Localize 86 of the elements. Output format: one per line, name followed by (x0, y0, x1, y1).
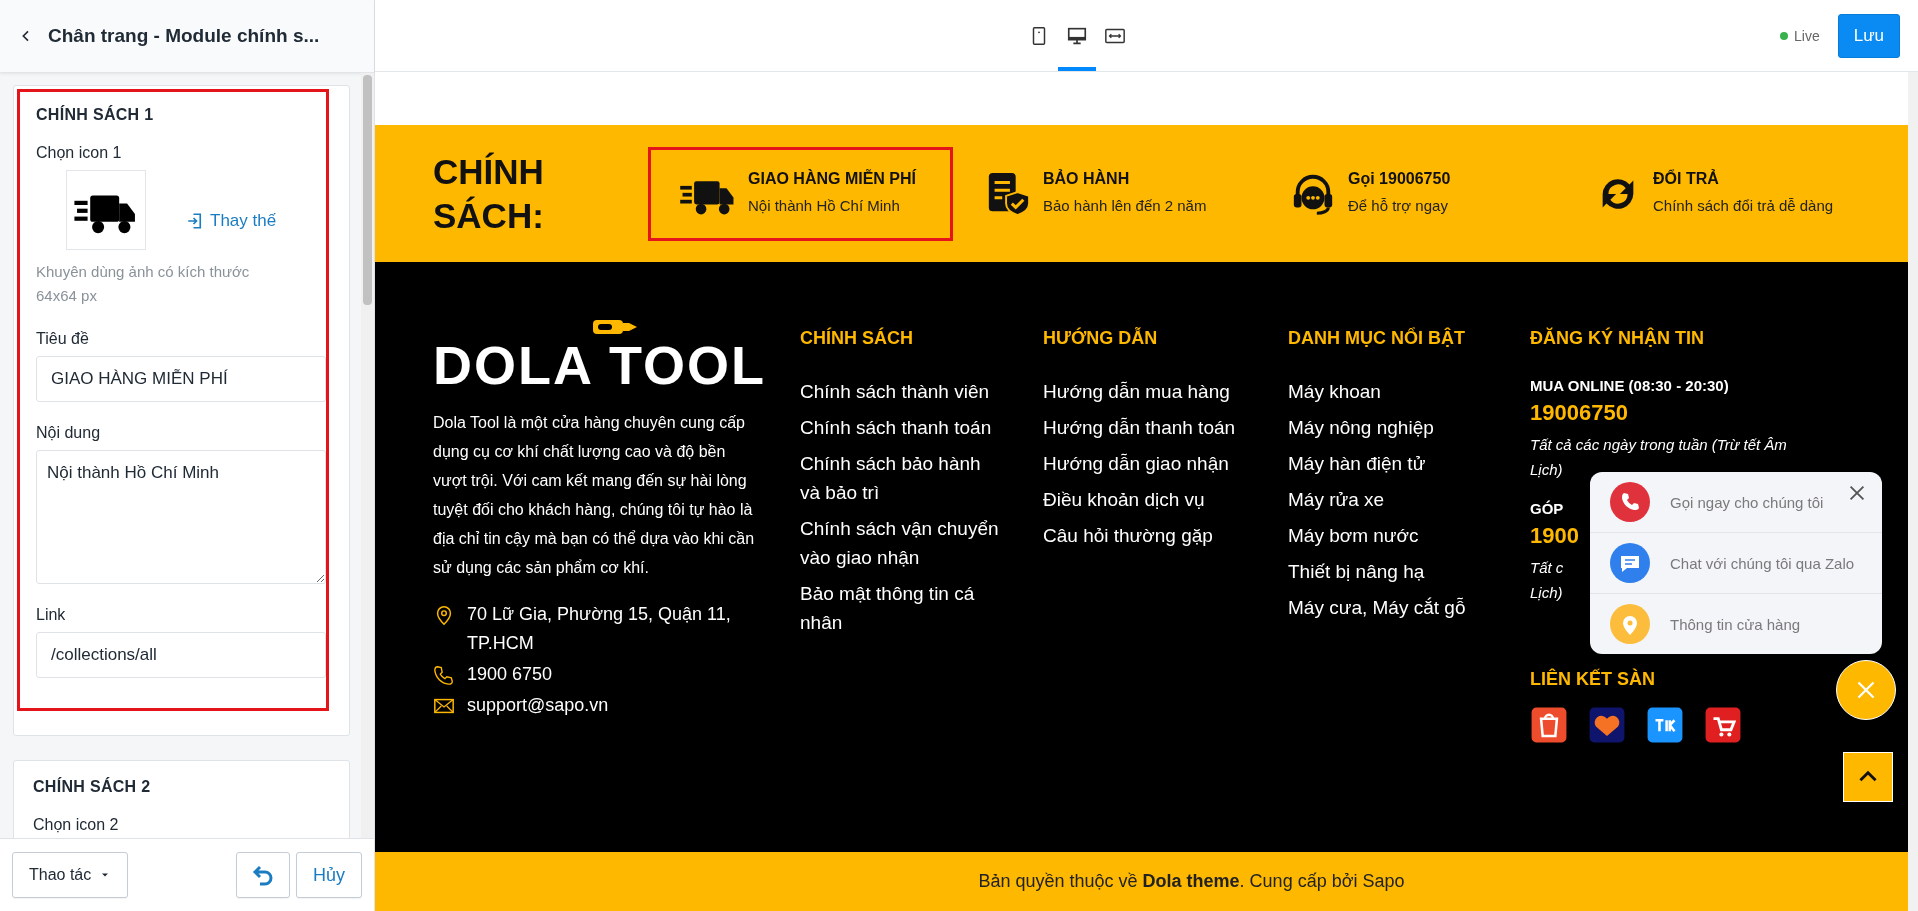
column-heading: HƯỚNG DẪN (1043, 328, 1159, 349)
footer-link[interactable]: Hướng dẫn thanh toán (1043, 413, 1248, 442)
import-icon (186, 212, 204, 230)
cancel-button[interactable]: Hủy (296, 852, 362, 898)
footer-link[interactable]: Điều khoản dịch vụ (1043, 485, 1248, 514)
policy-text: Nội thành Hồ Chí Minh (748, 195, 901, 216)
policy-item[interactable]: GIAO HÀNG MIỄN PHÍ Nội thành Hồ Chí Minh (648, 146, 953, 241)
phone-icon (433, 664, 455, 686)
contact-text: 70 Lữ Gia, Phường 15, Quận 11, TP.HCM (467, 603, 732, 655)
image-preview[interactable] (66, 170, 146, 250)
drill-icon (593, 318, 637, 336)
policy-item[interactable]: Gọi 19006750 Để hỗ trợ ngay (1258, 146, 1563, 241)
column-heading: DANH MỤC NỔI BẬT (1288, 328, 1466, 349)
contact-option[interactable]: Chat với chúng tôi qua Zalo (1590, 533, 1882, 594)
column-heading: LIÊN KẾT SÀN (1530, 669, 1656, 690)
footer-link[interactable]: Máy bơm nước (1288, 521, 1493, 550)
scroll-top-button[interactable] (1843, 752, 1893, 802)
undo-icon (251, 863, 275, 887)
policy-item[interactable]: BẢO HÀNH Bảo hành lên đến 2 năm (953, 146, 1258, 241)
status-dot-icon (1780, 31, 1788, 40)
phone-circle-icon (1610, 482, 1650, 522)
store-description: Dola Tool là một cửa hàng chuyên cung cấp dụng cụ cơ khí chất lượng cao và độ bền vượt trội. Với cam kết mang đến sự hài lòng tuyệt đối cho khách hàng, chúng tôi tự hào là địa chỉ tin cậy mà bạn có thể dựa vào khi cần sử dụng các sản phẩm cơ khí. (433, 413, 756, 578)
policy-title: BẢO HÀNH (1043, 169, 1131, 188)
field-label: Nội dung (36, 424, 102, 442)
column-heading: CHÍNH SÁCH (800, 328, 914, 349)
footer-link[interactable]: Máy rửa xe (1288, 485, 1493, 514)
panel-title: Chân trang - Module chính s... (48, 25, 320, 47)
footer-link[interactable]: Hướng dẫn giao nhận (1043, 449, 1248, 478)
heart-shape-icon (1588, 706, 1626, 744)
field-label: Tiêu đề (36, 330, 90, 348)
live-status: Live (1794, 27, 1820, 44)
hotline-label: GÓP (1530, 500, 1564, 517)
contact-text: 1900 6750 (467, 663, 553, 686)
column-heading: ĐĂNG KÝ NHẬN TIN (1530, 328, 1705, 349)
text-input[interactable]: /collections/all (36, 632, 326, 678)
brand-logo[interactable]: DOLA TOOL (433, 338, 766, 392)
policy-title: ĐỔI TRẢ (1653, 169, 1720, 188)
footer-link[interactable]: Hướng dẫn mua hàng (1043, 377, 1248, 406)
footer-link[interactable]: Máy cưa, Máy cắt gỗ (1288, 593, 1493, 622)
content-textarea[interactable]: Nội thành Hồ Chí Minh (36, 450, 326, 584)
footer-link[interactable]: Chính sách bảo hành và bảo trì (800, 449, 1005, 507)
policy-text: Chính sách đổi trả dễ dàng (1653, 195, 1834, 216)
hotline-note: Tất cả các ngày trong tuần (Trừ tết Âm (1530, 435, 1787, 455)
field-label: Chọn icon 1 (36, 144, 123, 162)
undo-button[interactable] (236, 852, 290, 898)
footer-link[interactable]: Chính sách vận chuyển vào giao nhận (800, 514, 1005, 572)
copyright-text: Bản quyền thuộc về Dola theme. Cung cấp bởi Sapo (977, 871, 1405, 892)
section-heading: CHÍNH SÁCH 1 (36, 106, 155, 124)
footer-link[interactable]: Chính sách thanh toán (800, 413, 1005, 442)
footer-link[interactable]: Máy nông nghiệp (1288, 413, 1493, 442)
footer-link[interactable]: Câu hỏi thường gặp (1043, 521, 1248, 550)
actions-dropdown[interactable]: Thao tác (12, 852, 129, 898)
footer-link[interactable]: Thiết bị nâng hạ (1288, 557, 1493, 586)
policy-title: GIAO HÀNG MIỄN PHÍ (748, 169, 916, 188)
hotline-label: MUA ONLINE (08:30 - 20:30) (1530, 377, 1729, 394)
save-button[interactable]: Lưu (1837, 13, 1900, 58)
policy-text: Để hỗ trợ ngay (1348, 195, 1449, 216)
shopping-bag-icon (1530, 706, 1568, 744)
field-label: Link (36, 606, 67, 624)
scrollbar-track[interactable] (1908, 72, 1918, 911)
location-pin-icon (1610, 604, 1650, 644)
rounded-square-icon (1646, 706, 1684, 744)
hotline-note: Tất c (1530, 558, 1564, 578)
section-heading: CHÍNH SÁCH 2 (33, 778, 152, 796)
chat-bubble-icon (1610, 543, 1650, 583)
replace-link[interactable]: Thay thế (186, 211, 277, 231)
band-title: CHÍNH SÁCH: (433, 150, 545, 237)
text-input[interactable]: GIAO HÀNG MIỄN PHÍ (36, 356, 326, 402)
shopping-cart-icon (1704, 706, 1742, 744)
footer-link[interactable]: Máy khoan (1288, 377, 1493, 406)
contact-option[interactable]: Thông tin cửa hàng (1590, 594, 1882, 654)
hint-text: Khuyên dùng ảnh có kích thước 64x64 px (36, 262, 251, 306)
footer-link[interactable]: Bảo mật thông tin cá nhân (800, 579, 1005, 637)
policy-title: Gọi 19006750 (1348, 169, 1451, 188)
field-label: Chọn icon 2 (33, 816, 120, 834)
footer-link[interactable]: Chính sách thành viên (800, 377, 1005, 406)
hotline-note: Lịch) (1530, 460, 1563, 480)
scrollbar-thumb[interactable] (363, 75, 372, 305)
contact-text: support@sapo.vn (467, 694, 609, 717)
policy-item[interactable]: ĐỔI TRẢ Chính sách đổi trả dễ dàng (1563, 146, 1868, 241)
contact-option[interactable]: Gọi ngay cho chúng tôi (1590, 472, 1882, 533)
policy-text: Bảo hành lên đến 2 năm (1043, 195, 1207, 216)
hotline-note: Lịch) (1530, 583, 1563, 603)
hotline-number[interactable]: 19006750 (1530, 400, 1628, 426)
footer-link[interactable]: Máy hàn điện tử (1288, 449, 1493, 478)
hotline-number[interactable]: 1900 (1530, 523, 1579, 549)
